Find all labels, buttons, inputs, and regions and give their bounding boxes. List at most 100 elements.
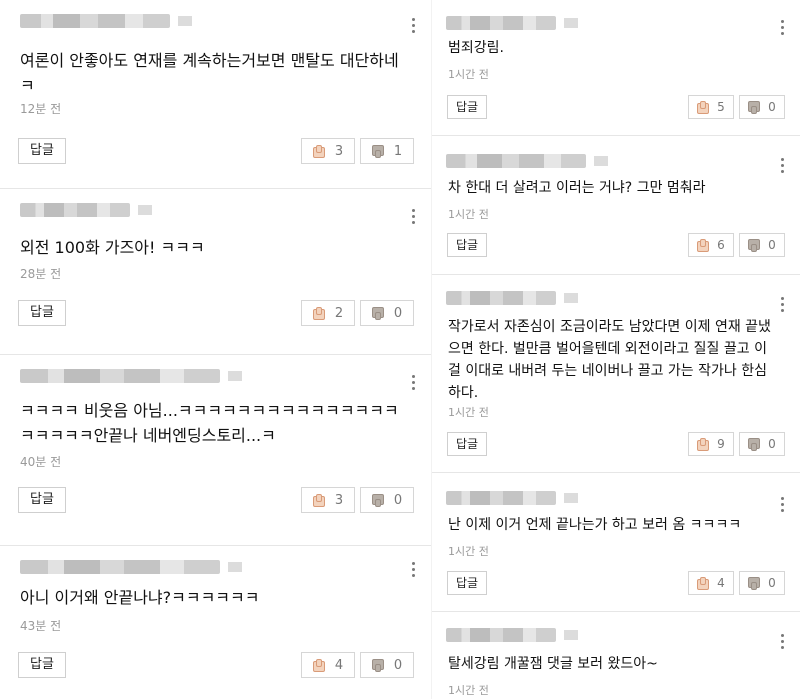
comment-item: 여론이 안좋아도 연재를 계속하는거보면 맨탈도 대단하네 ㅋ 12분 전 답글… (0, 0, 432, 188)
dislike-button[interactable]: 0 (360, 487, 414, 513)
dislike-count: 0 (768, 576, 776, 590)
username-blurred (20, 203, 152, 217)
username-blurred (20, 369, 242, 383)
username-blurred (446, 154, 608, 168)
like-count: 9 (717, 437, 725, 451)
more-options-icon[interactable] (779, 634, 785, 652)
comment-item: ㅋㅋㅋㅋ 비웃음 아님...ㅋㅋㅋㅋㅋㅋㅋㅋㅋㅋㅋㅋㅋㅋㅋㅋㅋㅋㅋㅋ안끝나 네버… (0, 355, 432, 545)
comment-item: 작가로서 자존심이 조금이라도 남았다면 이제 연재 끝냈으면 한다. 벌만큼 … (432, 275, 800, 472)
comment-text: 차 한대 더 살려고 이러는 거냐? 그만 멈춰라 (448, 180, 706, 196)
like-button[interactable]: 3 (301, 487, 355, 513)
comment-text: 여론이 안좋아도 연재를 계속하는거보면 맨탈도 대단하네 ㅋ (20, 51, 399, 95)
like-button[interactable]: 4 (301, 652, 355, 678)
like-count: 4 (334, 657, 344, 673)
thumbs-up-icon (312, 493, 327, 507)
reply-button[interactable]: 답글 (447, 233, 487, 257)
thumbs-up-icon (312, 306, 327, 320)
comment-item: 아니 이거왜 안끝나냐?ㅋㅋㅋㅋㅋㅋ 43분 전 답글 4 0 (0, 546, 432, 699)
thumbs-down-icon (748, 100, 762, 114)
thumbs-up-icon (697, 576, 711, 590)
username-blurred (446, 291, 578, 305)
reply-button[interactable]: 답글 (18, 487, 66, 513)
dislike-button[interactable]: 0 (739, 95, 785, 119)
comment-item: 범죄강림. 1시간 전 답글 5 0 (432, 0, 800, 135)
reply-button[interactable]: 답글 (18, 138, 66, 164)
like-button[interactable]: 2 (301, 300, 355, 326)
comment-time: 40분 전 (20, 455, 62, 469)
dislike-count: 0 (768, 100, 776, 114)
reply-button[interactable]: 답글 (18, 652, 66, 678)
like-button[interactable]: 9 (688, 432, 734, 456)
thumbs-up-icon (312, 658, 327, 672)
username-blurred (20, 560, 242, 574)
dislike-count: 0 (393, 492, 403, 508)
thumbs-down-icon (371, 306, 386, 320)
comment-time: 28분 전 (20, 267, 62, 281)
reply-button[interactable]: 답글 (447, 571, 487, 595)
more-options-icon[interactable] (779, 497, 785, 515)
reply-button[interactable]: 답글 (18, 300, 66, 326)
comment-time: 43분 전 (20, 619, 62, 633)
dislike-button[interactable]: 0 (739, 233, 785, 257)
comment-text: 탈세강림 개꿀잼 댓글 보러 왔드아~ (448, 656, 658, 672)
dislike-count: 0 (768, 437, 776, 451)
comment-item: 외전 100화 가즈아! ㅋㅋㅋ 28분 전 답글 2 0 (0, 189, 432, 354)
right-comment-column: 범죄강림. 1시간 전 답글 5 0 차 한대 더 살려고 이러는 거냐? 그만… (432, 0, 800, 699)
comment-time: 1시간 전 (448, 406, 489, 419)
left-comment-column: 여론이 안좋아도 연재를 계속하는거보면 맨탈도 대단하네 ㅋ 12분 전 답글… (0, 0, 432, 699)
thumbs-down-icon (748, 576, 762, 590)
thumbs-up-icon (697, 100, 711, 114)
comment-time: 12분 전 (20, 102, 62, 116)
dislike-button[interactable]: 0 (360, 300, 414, 326)
like-count: 6 (717, 238, 725, 252)
reply-button[interactable]: 답글 (447, 95, 487, 119)
dislike-count: 0 (768, 238, 776, 252)
dislike-button[interactable]: 0 (360, 652, 414, 678)
thumbs-up-icon (697, 437, 711, 451)
like-count: 5 (717, 100, 725, 114)
more-options-icon[interactable] (410, 562, 416, 580)
more-options-icon[interactable] (410, 375, 416, 393)
more-options-icon[interactable] (410, 18, 416, 36)
username-blurred (446, 628, 578, 642)
username-blurred (20, 14, 192, 28)
thumbs-up-icon (312, 144, 327, 158)
comment-text: 외전 100화 가즈아! ㅋㅋㅋ (20, 238, 205, 257)
comment-item: 차 한대 더 살려고 이러는 거냐? 그만 멈춰라 1시간 전 답글 6 0 (432, 136, 800, 274)
more-options-icon[interactable] (779, 158, 785, 176)
like-button[interactable]: 4 (688, 571, 734, 595)
dislike-button[interactable]: 0 (739, 571, 785, 595)
comment-time: 1시간 전 (448, 208, 489, 221)
username-blurred (446, 16, 578, 30)
thumbs-down-icon (371, 658, 386, 672)
comment-time: 1시간 전 (448, 684, 489, 697)
thumbs-down-icon (748, 238, 762, 252)
comment-text: ㅋㅋㅋㅋ 비웃음 아님...ㅋㅋㅋㅋㅋㅋㅋㅋㅋㅋㅋㅋㅋㅋㅋㅋㅋㅋㅋㅋ안끝나 네버… (20, 401, 399, 445)
comment-text: 범죄강림. (448, 40, 504, 56)
thumbs-up-icon (697, 238, 711, 252)
like-button[interactable]: 5 (688, 95, 734, 119)
dislike-button[interactable]: 1 (360, 138, 414, 164)
thumbs-down-icon (371, 144, 386, 158)
reply-button[interactable]: 답글 (447, 432, 487, 456)
like-count: 3 (334, 492, 344, 508)
comment-text: 아니 이거왜 안끝나냐?ㅋㅋㅋㅋㅋㅋ (20, 588, 260, 607)
dislike-count: 0 (393, 305, 403, 321)
more-options-icon[interactable] (779, 20, 785, 38)
dislike-button[interactable]: 0 (739, 432, 785, 456)
more-options-icon[interactable] (410, 209, 416, 227)
comment-time: 1시간 전 (448, 545, 489, 558)
like-button[interactable]: 3 (301, 138, 355, 164)
more-options-icon[interactable] (779, 297, 785, 315)
comment-item: 난 이제 이거 언제 끝나는가 하고 보러 옴 ㅋㅋㅋㅋ 1시간 전 답글 4 … (432, 473, 800, 611)
like-button[interactable]: 6 (688, 233, 734, 257)
like-count: 3 (334, 143, 344, 159)
comment-text: 난 이제 이거 언제 끝나는가 하고 보러 옴 ㅋㅋㅋㅋ (448, 517, 742, 533)
like-count: 2 (334, 305, 344, 321)
like-count: 4 (717, 576, 725, 590)
username-blurred (446, 491, 578, 505)
comment-item: 탈세강림 개꿀잼 댓글 보러 왔드아~ 1시간 전 (432, 612, 800, 699)
dislike-count: 0 (393, 657, 403, 673)
comment-text: 작가로서 자존심이 조금이라도 남았다면 이제 연재 끝냈으면 한다. 벌만큼 … (448, 319, 771, 401)
dislike-count: 1 (393, 143, 403, 159)
